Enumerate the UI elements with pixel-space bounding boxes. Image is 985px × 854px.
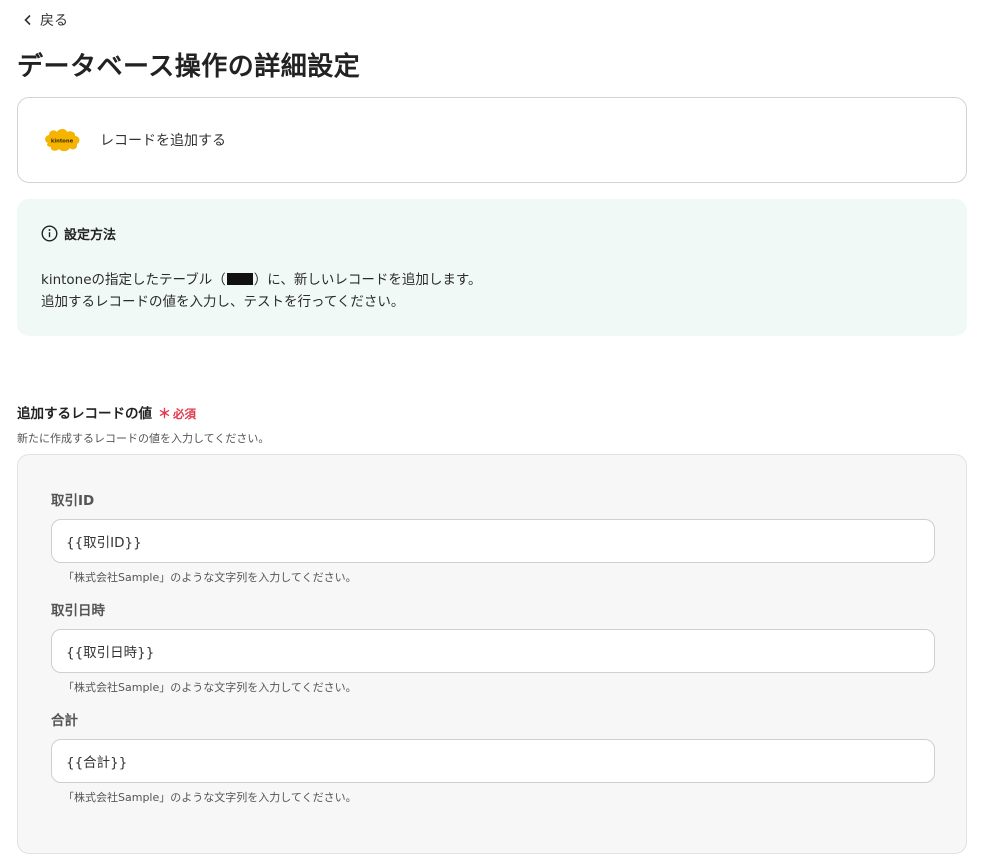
field-label: 合計	[51, 713, 78, 729]
kintone-logo-text: kintone	[51, 139, 74, 145]
required-badge: ＊必須	[158, 403, 196, 422]
field-input[interactable]: {{取引日時}}	[51, 629, 935, 673]
field-input[interactable]: {{取引ID}}	[51, 519, 935, 563]
section-label: 追加するレコードの値 ＊必須	[17, 402, 196, 422]
redacted-table-name	[226, 273, 253, 285]
field-value: {{合計}}	[66, 755, 128, 771]
field-total: 合計 {{合計}} 「株式会社Sample」のような文字列を入力してください。	[51, 709, 935, 805]
info-heading: 設定方法	[41, 224, 943, 243]
info-box: 設定方法 kintoneの指定したテーブル（ ）に、新しいレコードを追加します。 …	[17, 199, 967, 336]
info-line-1: kintoneの指定したテーブル（ ）に、新しいレコードを追加します。	[41, 269, 943, 291]
info-title: 設定方法	[64, 228, 117, 243]
field-value: {{取引ID}}	[66, 535, 142, 551]
field-value: {{取引日時}}	[66, 645, 155, 661]
field-hint: 「株式会社Sample」のような文字列を入力してください。	[63, 791, 357, 804]
required-star: ＊	[158, 406, 172, 422]
section-description: 新たに作成するレコードの値を入力してください。	[17, 432, 270, 445]
info-line-2: 追加するレコードの値を入力し、テストを行ってください。	[41, 294, 405, 310]
field-label: 取引日時	[51, 603, 105, 619]
field-transaction-id: 取引ID {{取引ID}} 「株式会社Sample」のような文字列を入力してくだ…	[51, 489, 935, 585]
field-hint: 「株式会社Sample」のような文字列を入力してください。	[63, 571, 357, 584]
info-line-1-before: kintoneの指定したテーブル（	[41, 272, 226, 288]
page-title: データベース操作の詳細設定	[17, 52, 361, 82]
info-line-1-after: ）に、新しいレコードを追加します。	[253, 272, 482, 288]
kintone-logo-icon: kintone	[45, 129, 80, 152]
fields-panel: 取引ID {{取引ID}} 「株式会社Sample」のような文字列を入力してくだ…	[17, 454, 967, 854]
required-text: 必須	[173, 406, 197, 421]
action-label: レコードを追加する	[100, 133, 226, 149]
info-icon	[41, 225, 58, 242]
field-label: 取引ID	[51, 493, 95, 509]
field-input[interactable]: {{合計}}	[51, 739, 935, 783]
section-title: 追加するレコードの値	[17, 406, 152, 422]
chevron-left-icon	[24, 14, 31, 26]
selected-action-card[interactable]: kintone レコードを追加する	[17, 97, 967, 183]
field-hint: 「株式会社Sample」のような文字列を入力してください。	[63, 681, 357, 694]
back-label: 戻る	[40, 13, 68, 29]
back-link[interactable]: 戻る	[22, 10, 68, 30]
field-transaction-datetime: 取引日時 {{取引日時}} 「株式会社Sample」のような文字列を入力してくだ…	[51, 599, 935, 695]
info-body: kintoneの指定したテーブル（ ）に、新しいレコードを追加します。 追加するレ…	[41, 269, 943, 313]
